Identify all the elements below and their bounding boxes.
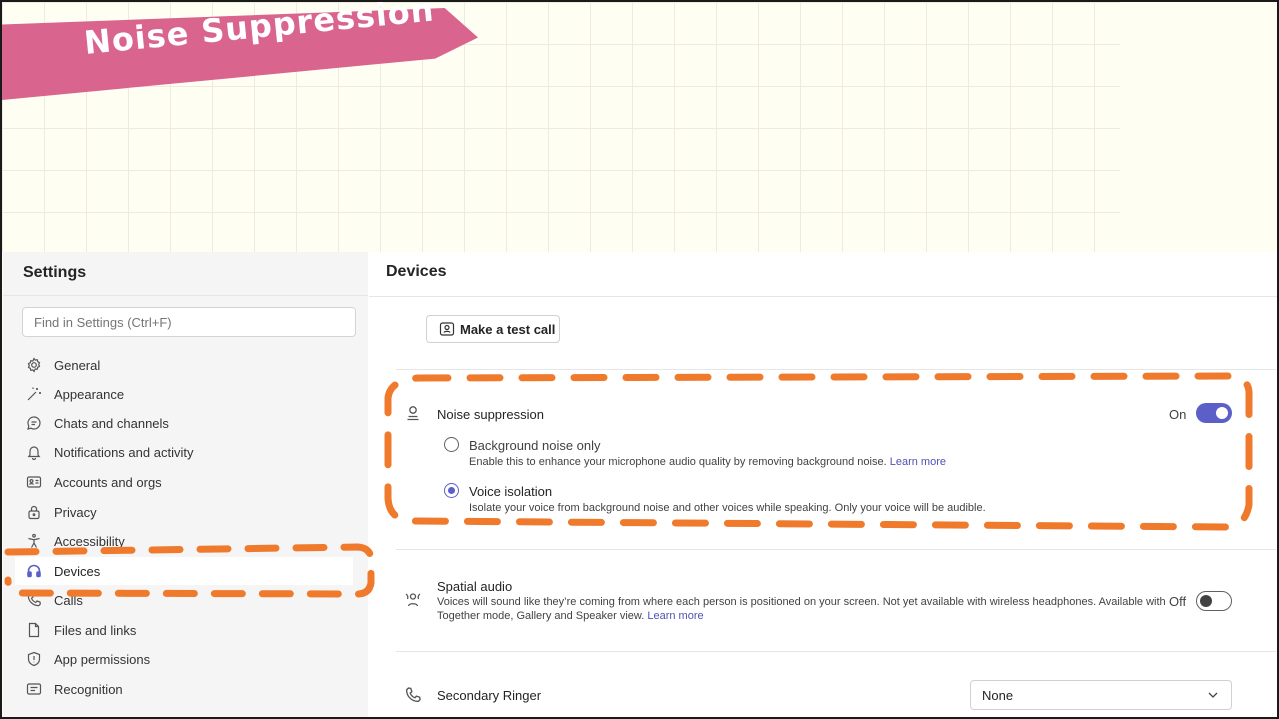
recognition-icon (15, 681, 53, 697)
noise-suppression-toggle[interactable] (1196, 403, 1232, 423)
voice-isolation-label: Voice isolation (469, 484, 553, 499)
spatial-audio-toggle[interactable] (1196, 591, 1232, 611)
sidebar-item-label: Chats and channels (54, 415, 169, 431)
phone-icon (404, 686, 422, 704)
divider (3, 295, 368, 296)
lock-icon (15, 504, 53, 520)
spatial-audio-label: Spatial audio (437, 579, 513, 594)
background-noise-only-radio[interactable] (444, 437, 459, 452)
noise-suppression-state: On (1169, 407, 1187, 422)
wand-icon (15, 386, 53, 402)
file-icon (15, 622, 53, 638)
sidebar: Settings General Appearance Chats and ch… (3, 252, 368, 717)
learn-more-link[interactable]: Learn more (647, 610, 703, 622)
divider (396, 549, 1276, 550)
sidebar-item-label: Recognition (54, 681, 123, 697)
sidebar-item-accounts[interactable]: Accounts and orgs (15, 468, 353, 496)
sidebar-item-label: Accessibility (54, 533, 125, 549)
sidebar-item-general[interactable]: General (15, 351, 353, 379)
headset-icon (15, 563, 53, 579)
sidebar-item-label: Files and links (54, 622, 137, 638)
voice-isolation-description: Isolate your voice from background noise… (469, 502, 986, 514)
divider (396, 651, 1276, 652)
sidebar-item-chats[interactable]: Chats and channels (15, 409, 353, 437)
sidebar-item-devices[interactable]: Devices (15, 557, 353, 585)
make-test-call-label: Make a test call (460, 321, 556, 337)
sidebar-item-notifications[interactable]: Notifications and activity (15, 438, 353, 466)
sidebar-item-label: General (54, 357, 101, 373)
noise-suppression-icon (404, 404, 422, 422)
gear-icon (15, 357, 53, 373)
background-noise-only-description: Enable this to enhance your microphone a… (469, 456, 946, 468)
sidebar-item-accessibility[interactable]: Accessibility (15, 527, 353, 555)
sidebar-item-recognition[interactable]: Recognition (15, 675, 353, 703)
sidebar-item-label: Devices (54, 563, 101, 579)
spatial-audio-icon (404, 590, 422, 608)
sidebar-item-calls[interactable]: Calls (15, 586, 353, 614)
test-call-icon (439, 322, 455, 336)
background-noise-only-label: Background noise only (469, 438, 601, 453)
noise-suppression-label: Noise suppression (437, 407, 544, 422)
sidebar-item-label: Accounts and orgs (54, 474, 162, 490)
spatial-audio-description: Voices will sound like they’re coming fr… (437, 596, 1166, 608)
phone-icon (15, 592, 53, 608)
accessibility-icon (15, 533, 53, 549)
learn-more-link[interactable]: Learn more (890, 456, 946, 468)
shield-icon (15, 651, 53, 667)
sidebar-item-label: Calls (54, 592, 83, 608)
spatial-audio-state: Off (1169, 594, 1187, 609)
sidebar-item-label: Appearance (54, 386, 125, 402)
make-test-call-button[interactable]: Make a test call (426, 315, 560, 343)
settings-window: Settings General Appearance Chats and ch… (3, 252, 1277, 717)
content-header: Devices (369, 252, 1277, 297)
sidebar-item-label: App permissions (54, 651, 151, 667)
spatial-audio-description-2: Together mode, Gallery and Speaker view.… (437, 610, 704, 622)
chevron-down-icon (1208, 692, 1218, 698)
sidebar-title: Settings (23, 264, 87, 281)
chat-icon (15, 415, 53, 431)
sidebar-item-app-permissions[interactable]: App permissions (15, 645, 353, 673)
bell-icon (15, 444, 53, 460)
voice-isolation-radio[interactable] (444, 483, 459, 498)
sidebar-item-appearance[interactable]: Appearance (15, 380, 353, 408)
secondary-ringer-value: None (982, 687, 1014, 703)
secondary-ringer-label: Secondary Ringer (437, 688, 542, 703)
page-title: Devices (386, 263, 447, 280)
sidebar-item-privacy[interactable]: Privacy (15, 498, 353, 526)
sidebar-item-files[interactable]: Files and links (15, 616, 353, 644)
sidebar-item-label: Notifications and activity (54, 444, 194, 460)
secondary-ringer-select[interactable]: None (970, 680, 1232, 710)
id-card-icon (15, 474, 53, 490)
divider (396, 369, 1276, 370)
sidebar-item-label: Privacy (54, 504, 97, 520)
search-input[interactable] (22, 307, 356, 337)
